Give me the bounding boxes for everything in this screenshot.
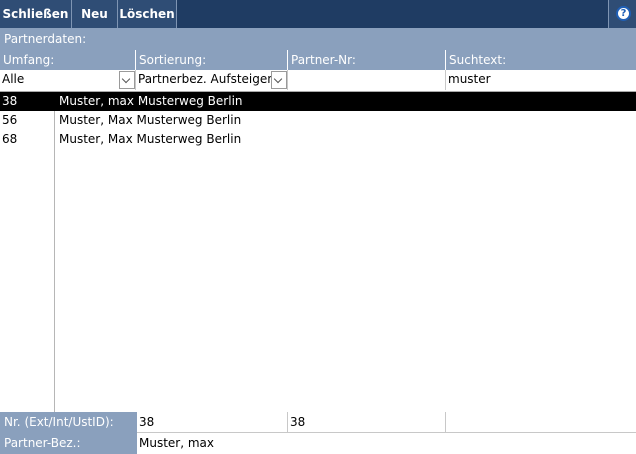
help-button[interactable]: ?: [608, 0, 636, 28]
sort-label: Sortierung:: [136, 50, 288, 70]
umfang-value: Alle: [2, 72, 25, 86]
umfang-select[interactable]: Alle: [0, 70, 136, 90]
list-item[interactable]: 56 Muster, Max Musterweg Berlin: [0, 111, 636, 130]
search-input[interactable]: muster: [446, 70, 636, 90]
help-icon: ?: [616, 6, 631, 21]
list-item-text: Muster, Max Musterweg Berlin: [59, 132, 242, 146]
nr-ustid-field[interactable]: [446, 412, 636, 433]
partner-list[interactable]: 38 Muster, max Musterweg Berlin 56 Muste…: [0, 91, 636, 412]
search-label: Suchtext:: [446, 50, 636, 70]
partner-bez-label: Partner-Bez.:: [0, 433, 137, 454]
list-item-text: Muster, Max Musterweg Berlin: [59, 113, 242, 127]
delete-button[interactable]: Löschen: [118, 0, 177, 28]
list-item[interactable]: 68 Muster, Max Musterweg Berlin: [0, 130, 636, 149]
nr-label: Nr. (Ext/Int/UstID):: [0, 412, 137, 433]
toolbar: Schließen Neu Löschen ?: [0, 0, 636, 28]
partner-bez-field[interactable]: Muster, max: [137, 433, 636, 454]
list-item-id: 68: [2, 132, 18, 146]
umfang-label: Umfang:: [0, 50, 136, 70]
sort-value: Partnerbez. Aufsteigend: [138, 72, 283, 86]
list-item[interactable]: 38 Muster, max Musterweg Berlin: [0, 92, 636, 111]
close-button[interactable]: Schließen: [0, 0, 72, 28]
list-item-id: 56: [2, 113, 18, 127]
partner-nr-input[interactable]: [288, 70, 446, 90]
sort-dropdown-button[interactable]: [271, 71, 287, 89]
nr-ext-field[interactable]: 38: [137, 412, 288, 433]
section-title: Partnerdaten:: [0, 28, 636, 50]
sort-select[interactable]: Partnerbez. Aufsteigend: [136, 70, 288, 90]
nr-int-field[interactable]: 38: [288, 412, 446, 433]
list-item-text: Muster, max Musterweg Berlin: [59, 94, 243, 108]
umfang-dropdown-button[interactable]: [119, 71, 135, 89]
new-button[interactable]: Neu: [72, 0, 118, 28]
partner-nr-label: Partner-Nr:: [288, 50, 446, 70]
list-item-id: 38: [2, 94, 18, 108]
